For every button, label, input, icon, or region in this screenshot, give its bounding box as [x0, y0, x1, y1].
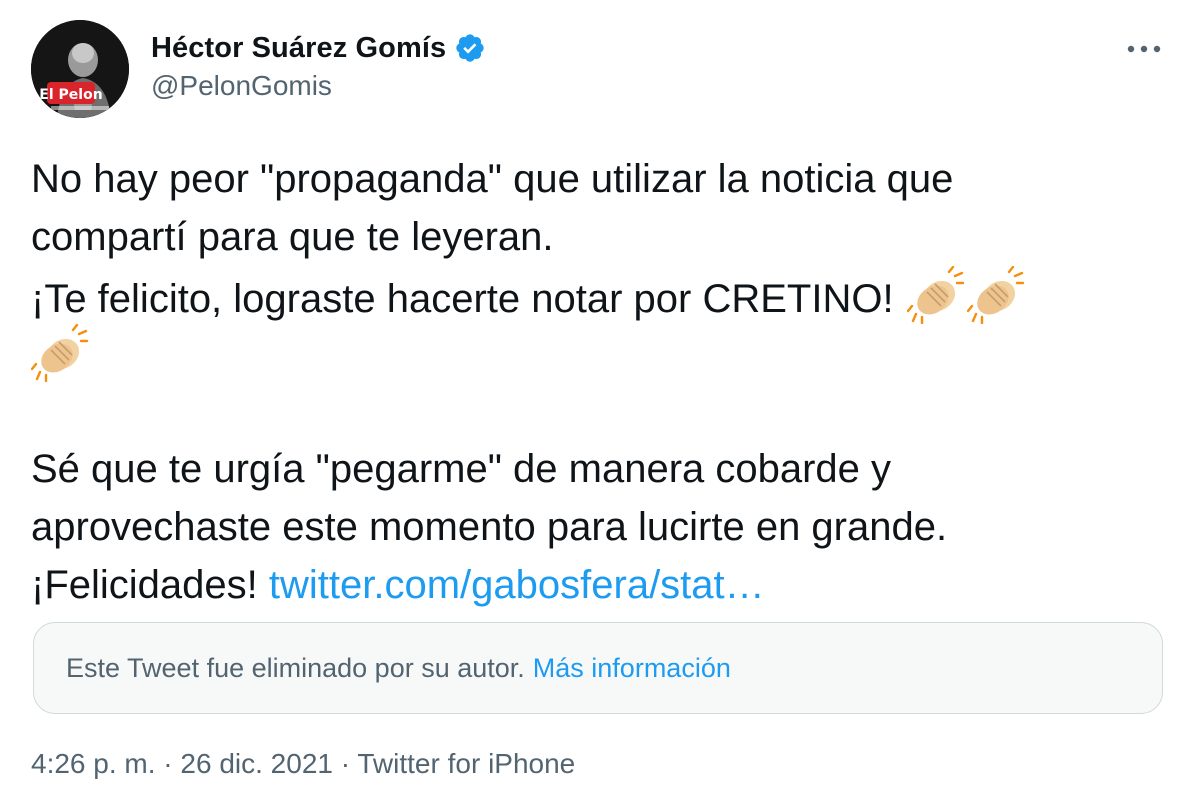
more-horizontal-icon[interactable] [1124, 34, 1164, 64]
tweet-emoji-line [30, 323, 1171, 383]
tweet-text-line: Sé que te urgía "pegarme" de manera coba… [31, 447, 892, 491]
tweet-text-line: aprovechaste este momento para lucirte e… [31, 505, 948, 549]
verified-badge-icon [454, 32, 486, 64]
tweet-text-line: ¡Te felicito, lograste hacerte notar por… [31, 277, 894, 321]
avatar-logo-text: El Pelon [39, 87, 102, 103]
deleted-tweet-notice: Este Tweet fue eliminado por su autor. [66, 652, 525, 683]
tweet-text-line-with-emoji: ¡Te felicito, lograste hacerte notar por… [31, 265, 1171, 325]
author-name-row: Héctor Suárez Gomís [151, 29, 486, 67]
tweet-text-line: ¡Felicidades! [31, 563, 258, 607]
clapping-hands-icon [966, 265, 1025, 325]
tweet-text: No hay peor "propaganda" que utilizar la… [30, 150, 1171, 614]
tweet-date[interactable]: 26 dic. 2021 [180, 748, 333, 779]
more-info-link[interactable]: Más información [533, 653, 731, 684]
tweet-card: El Pelon Héctor Suárez Gomís @PelonGomis… [0, 0, 1198, 804]
tweet-text-line: No hay peor "propaganda" que utilizar la… [31, 157, 954, 201]
tweet-source: Twitter for iPhone [357, 748, 576, 779]
tweet-text-line: compartí para que te leyeran. [31, 215, 554, 259]
clapping-hands-icon [906, 265, 965, 325]
avatar[interactable]: El Pelon [31, 20, 129, 118]
tweet-link[interactable]: twitter.com/gabosfera/stat… [269, 563, 765, 607]
meta-separator: · [163, 748, 173, 779]
clapping-hands-icon [30, 323, 89, 383]
author-handle[interactable]: @PelonGomis [151, 70, 332, 102]
tweet-time[interactable]: 4:26 p. m. [31, 748, 156, 779]
author-display-name[interactable]: Héctor Suárez Gomís [151, 32, 446, 65]
avatar-image: El Pelon [31, 20, 129, 118]
tweet-text-line-with-link: ¡Felicidades! twitter.com/gabosfera/stat… [31, 556, 1171, 614]
meta-separator: · [340, 748, 351, 779]
deleted-quoted-tweet: Este Tweet fue eliminado por su autor. M… [33, 622, 1163, 714]
tweet-meta: 4:26 p. m. · 26 dic. 2021 · Twitter for … [31, 748, 575, 780]
